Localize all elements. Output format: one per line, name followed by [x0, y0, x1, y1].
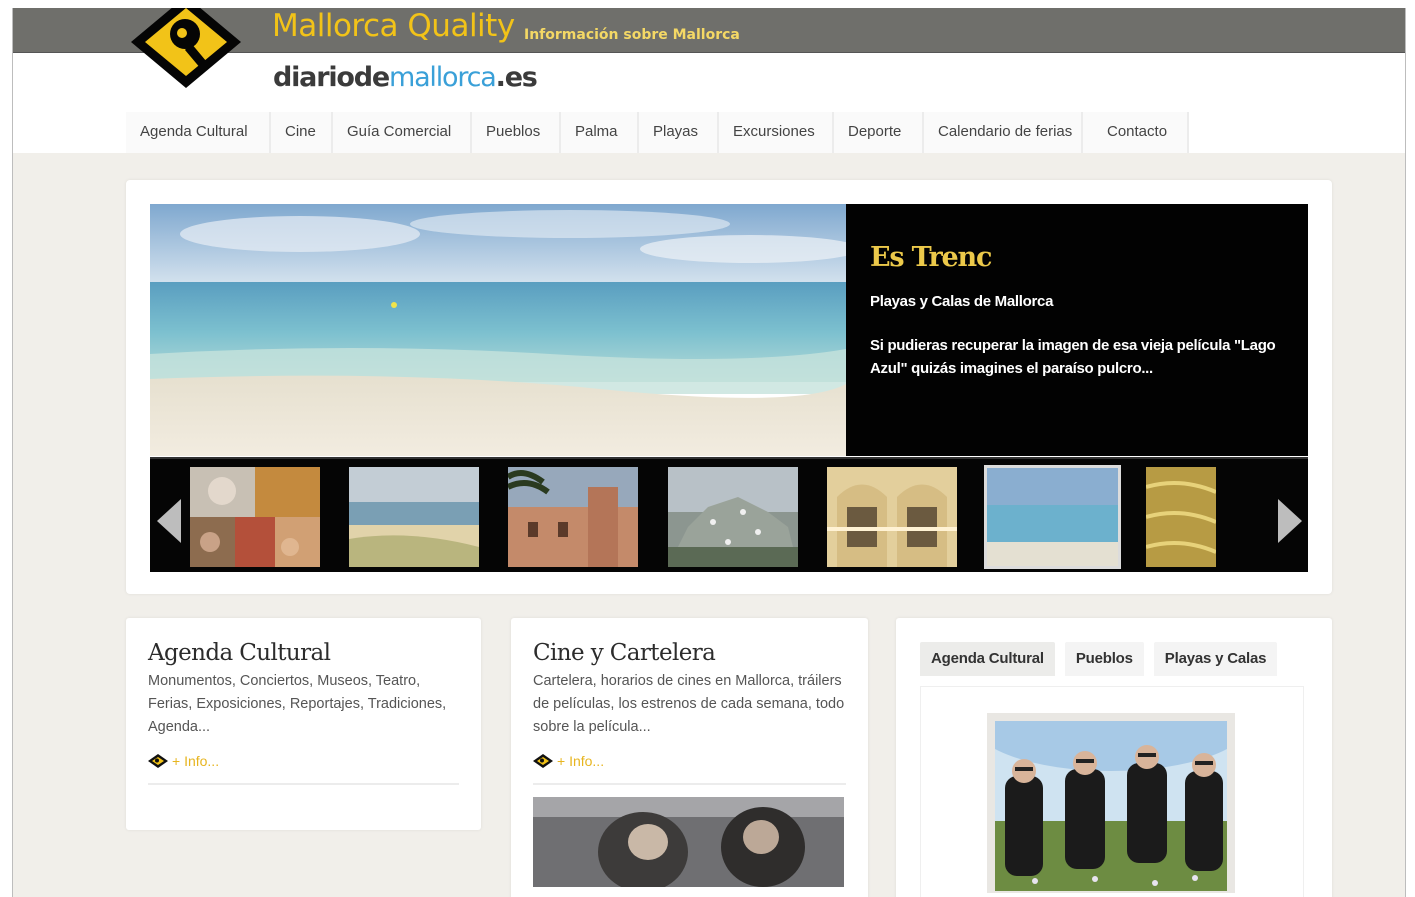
- hero-caption: Es Trenc Playas y Calas de Mallorca Si p…: [846, 204, 1308, 456]
- nav-item-calendario-de-ferias[interactable]: Calendario de ferias: [924, 112, 1083, 153]
- tab-agenda-cultural[interactable]: Agenda Cultural: [920, 642, 1055, 676]
- agenda-cultural-text: Monumentos, Conciertos, Museos, Teatro, …: [148, 673, 447, 735]
- thumbnail-4[interactable]: [668, 467, 798, 567]
- mallorca-quality-logo-icon[interactable]: [127, 8, 245, 90]
- nav-item-pueblos[interactable]: Pueblos: [472, 112, 561, 153]
- slide-subtitle: Playas y Calas de Mallorca: [870, 293, 1054, 310]
- tab-content: [920, 671, 1304, 897]
- nav-item-playas[interactable]: Playas: [639, 112, 719, 153]
- agenda-more-info-label: + Info...: [172, 753, 220, 769]
- agenda-more-info-link[interactable]: + Info...: [148, 753, 459, 769]
- tab-playas-y-calas[interactable]: Playas y Calas: [1153, 642, 1278, 676]
- slide-description: Si pudieras recuperar la imagen de esa v…: [870, 337, 1276, 377]
- cine-more-info-label: + Info...: [557, 753, 605, 769]
- cine-cartelera-card: Cine y Cartelera Cartelera, horarios de …: [511, 618, 868, 897]
- brand-title: Mallorca Quality: [272, 8, 515, 44]
- site-name-link[interactable]: diariodemallorca.es: [273, 62, 538, 93]
- nav-item-guia-comercial[interactable]: Guía Comercial: [333, 112, 472, 153]
- nav-item-deporte[interactable]: Deporte: [834, 112, 924, 153]
- sidebar-tab-panel: Agenda Cultural Pueblos Playas y Calas: [896, 618, 1332, 897]
- main-nav: Agenda Cultural Cine Guía Comercial Pueb…: [126, 112, 1189, 153]
- slide-title[interactable]: Es Trenc: [870, 242, 1284, 273]
- thumbnail-1[interactable]: [190, 467, 320, 567]
- browser-page: Mallorca Quality Información sobre Mallo…: [12, 8, 1406, 897]
- nav-item-agenda-cultural[interactable]: Agenda Cultural: [126, 112, 271, 153]
- tab-featured-image[interactable]: [971, 671, 1251, 893]
- tab-pueblos[interactable]: Pueblos: [1064, 642, 1144, 676]
- thumbnail-7[interactable]: [1146, 467, 1216, 567]
- thumbnail-3[interactable]: [508, 467, 638, 567]
- previous-arrow-icon[interactable]: [155, 497, 183, 545]
- diamond-logo-icon: [533, 754, 553, 768]
- thumbnail-5[interactable]: [827, 467, 957, 567]
- next-arrow-icon[interactable]: [1276, 497, 1304, 545]
- divider: [148, 783, 459, 785]
- diamond-logo-icon: [148, 754, 168, 768]
- cine-cartelera-title[interactable]: Cine y Cartelera: [533, 640, 846, 666]
- thumbnail-2[interactable]: [349, 467, 479, 567]
- thumbnail-strip: [150, 457, 1308, 572]
- nav-item-cine[interactable]: Cine: [271, 112, 333, 153]
- agenda-cultural-card: Agenda Cultural Monumentos, Conciertos, …: [126, 618, 481, 830]
- cine-more-info-link[interactable]: + Info...: [533, 753, 846, 769]
- divider: [533, 783, 846, 785]
- site-name-part3: .es: [495, 62, 538, 93]
- sidebar-tabs: Agenda Cultural Pueblos Playas y Calas: [920, 642, 1287, 676]
- nav-item-excursiones[interactable]: Excursiones: [719, 112, 834, 153]
- site-name-part1: diariode: [273, 62, 390, 93]
- cine-cartelera-text: Cartelera, horarios de cines en Mallorca…: [533, 673, 845, 735]
- brand-subtitle: Información sobre Mallorca: [524, 27, 740, 43]
- site-name-part2: mallorca: [388, 62, 497, 93]
- nav-item-contacto[interactable]: Contacto: [1083, 112, 1189, 153]
- nav-item-palma[interactable]: Palma: [561, 112, 639, 153]
- hero-image[interactable]: [150, 204, 846, 456]
- featured-slider: Es Trenc Playas y Calas de Mallorca Si p…: [126, 180, 1332, 594]
- agenda-cultural-title[interactable]: Agenda Cultural: [148, 640, 459, 666]
- thumbnail-6-selected[interactable]: [984, 465, 1121, 569]
- cine-image[interactable]: [533, 797, 844, 887]
